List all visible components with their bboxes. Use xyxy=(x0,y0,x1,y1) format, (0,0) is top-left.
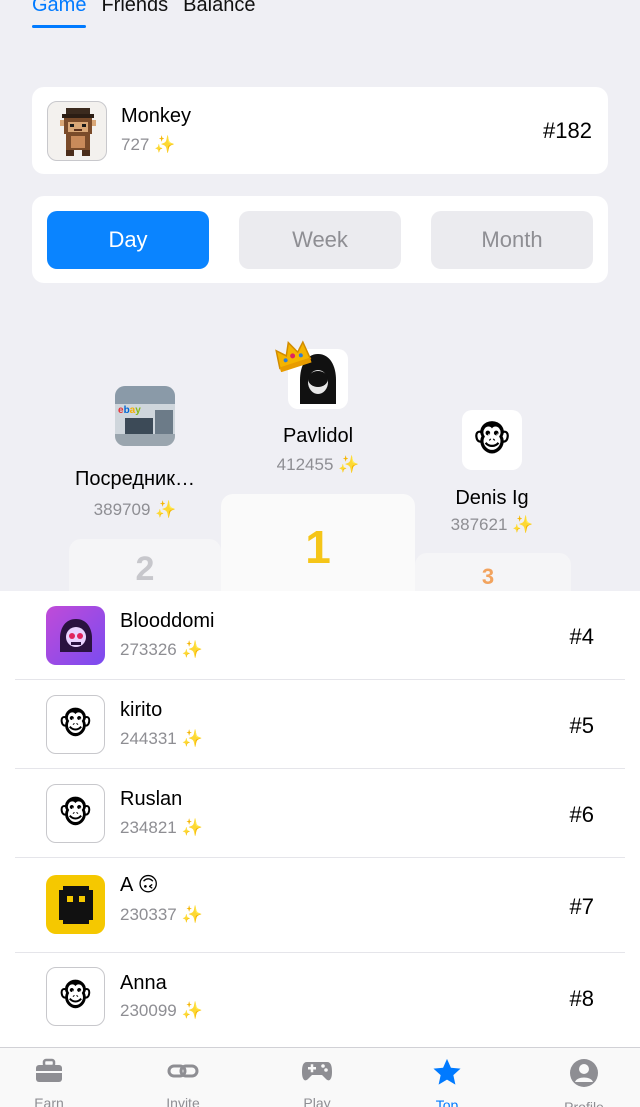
podium-third-name: Denis Ig xyxy=(455,487,529,509)
my-rank-card[interactable]: Monkey 727 ✨ #182 xyxy=(32,87,608,174)
my-score-value: 727 xyxy=(121,135,150,154)
nav-play[interactable]: Play xyxy=(272,1058,362,1107)
row-rank: #4 xyxy=(569,624,594,649)
sparkle-icon: ✨ xyxy=(181,818,203,837)
podium-third-score-value: 387621 xyxy=(450,515,508,534)
top-tabs: Game Friends Balance xyxy=(32,0,255,28)
row-name: kirito xyxy=(120,699,163,721)
my-avatar xyxy=(47,101,107,161)
list-item[interactable]: 🐵 Ruslan 234821 ✨ #6 xyxy=(0,769,640,857)
briefcase-icon xyxy=(36,1058,62,1082)
monkey-face-icon: 🐵 xyxy=(58,708,93,741)
podium-first-name: Pavlidol xyxy=(282,425,354,447)
row-name: Ruslan xyxy=(120,788,183,810)
row-avatar: 🐵 xyxy=(46,784,105,843)
ebay-store-image-icon: ebay xyxy=(115,386,175,446)
row-score: 230099 ✨ xyxy=(120,1001,203,1021)
sparkle-icon: ✨ xyxy=(338,455,360,474)
tab-balance[interactable]: Balance xyxy=(183,0,255,17)
star-icon xyxy=(433,1058,461,1085)
sparkle-icon: ✨ xyxy=(181,905,203,924)
list-item[interactable]: A 🙃 230337 ✨ #7 xyxy=(0,858,640,952)
podium-second-score-value: 389709 xyxy=(93,500,151,519)
svg-text:ebay: ebay xyxy=(118,405,141,416)
period-selector: Day Week Month xyxy=(32,196,608,283)
pixel-monkey-icon xyxy=(60,108,96,156)
period-day-button[interactable]: Day xyxy=(47,211,209,269)
row-rank: #8 xyxy=(569,986,594,1011)
sparkle-icon: ✨ xyxy=(154,135,176,154)
row-score-value: 234821 xyxy=(120,818,177,837)
crown-icon xyxy=(275,340,312,372)
nav-label: Top xyxy=(435,1097,459,1107)
place-second-number: 2 xyxy=(135,550,155,588)
sparkle-icon: ✨ xyxy=(181,640,203,659)
gamepad-icon xyxy=(302,1062,332,1081)
row-avatar xyxy=(46,875,105,934)
list-item[interactable]: 🐵 kirito 244331 ✨ #5 xyxy=(0,680,640,768)
leaderboard-list: Blooddomi 273326 ✨ #4 🐵 kirito 244331 ✨ … xyxy=(0,591,640,1047)
row-avatar: 🐵 xyxy=(46,967,105,1026)
nav-label: Play xyxy=(303,1095,331,1107)
tab-game[interactable]: Game xyxy=(32,0,87,28)
row-score-value: 230099 xyxy=(120,1001,177,1020)
row-score: 244331 ✨ xyxy=(120,729,203,749)
row-name: A 🙃 xyxy=(120,874,159,896)
monkey-face-icon: 🐵 xyxy=(58,797,93,830)
my-name: Monkey xyxy=(121,105,192,127)
podium-third-avatar[interactable]: 🐵 xyxy=(462,410,522,470)
row-rank: #5 xyxy=(569,713,594,738)
podium-second-score: 389709 ✨ xyxy=(45,500,225,520)
person-icon xyxy=(570,1059,598,1087)
nav-top[interactable]: Top xyxy=(402,1058,492,1107)
sparkle-icon: ✨ xyxy=(512,515,534,534)
row-score: 273326 ✨ xyxy=(120,640,203,660)
nav-profile[interactable]: Profile xyxy=(539,1058,629,1107)
row-score-value: 273326 xyxy=(120,640,177,659)
monkey-face-icon: 🐵 xyxy=(472,421,512,459)
purple-skull-icon xyxy=(59,618,92,652)
nav-label: Earn xyxy=(34,1095,64,1107)
podium-first-score-value: 412455 xyxy=(276,455,334,474)
row-score-value: 244331 xyxy=(120,729,177,748)
row-avatar xyxy=(46,606,105,665)
sparkle-icon: ✨ xyxy=(181,729,203,748)
my-score: 727 ✨ xyxy=(121,135,175,155)
row-score: 230337 ✨ xyxy=(120,905,203,925)
row-name: Blooddomi xyxy=(120,610,215,632)
tab-friends[interactable]: Friends xyxy=(101,0,168,17)
row-avatar: 🐵 xyxy=(46,695,105,754)
nav-label: Profile xyxy=(564,1099,604,1107)
podium-second-avatar[interactable]: ebay xyxy=(115,386,175,446)
sparkle-icon: ✨ xyxy=(155,500,177,519)
monkey-face-icon: 🐵 xyxy=(58,980,93,1013)
list-item[interactable]: 🐵 Anna 230099 ✨ #8 xyxy=(0,953,640,1047)
yellow-pixel-icon xyxy=(58,885,93,924)
row-score-value: 230337 xyxy=(120,905,177,924)
podium-second-name: Посредник… xyxy=(75,468,195,490)
row-rank: #7 xyxy=(569,894,594,919)
row-rank: #6 xyxy=(569,802,594,827)
row-score: 234821 ✨ xyxy=(120,818,203,838)
nav-label: Invite xyxy=(166,1095,200,1107)
sparkle-icon: ✨ xyxy=(181,1001,203,1020)
place-third-number: 3 xyxy=(481,564,495,589)
nav-invite[interactable]: Invite xyxy=(138,1058,228,1107)
bottom-nav: Earn Invite Play Top Profile xyxy=(0,1047,640,1107)
period-month-button[interactable]: Month xyxy=(431,211,593,269)
row-name: Anna xyxy=(120,972,167,994)
my-rank: #182 xyxy=(543,118,592,143)
nav-earn[interactable]: Earn xyxy=(4,1058,94,1107)
link-icon xyxy=(167,1064,199,1078)
place-first-number: 1 xyxy=(305,521,331,573)
podium-first-score: 412455 ✨ xyxy=(218,455,418,475)
podium-third-score: 387621 ✨ xyxy=(402,515,582,535)
period-week-button[interactable]: Week xyxy=(239,211,401,269)
list-item[interactable]: Blooddomi 273326 ✨ #4 xyxy=(0,591,640,679)
